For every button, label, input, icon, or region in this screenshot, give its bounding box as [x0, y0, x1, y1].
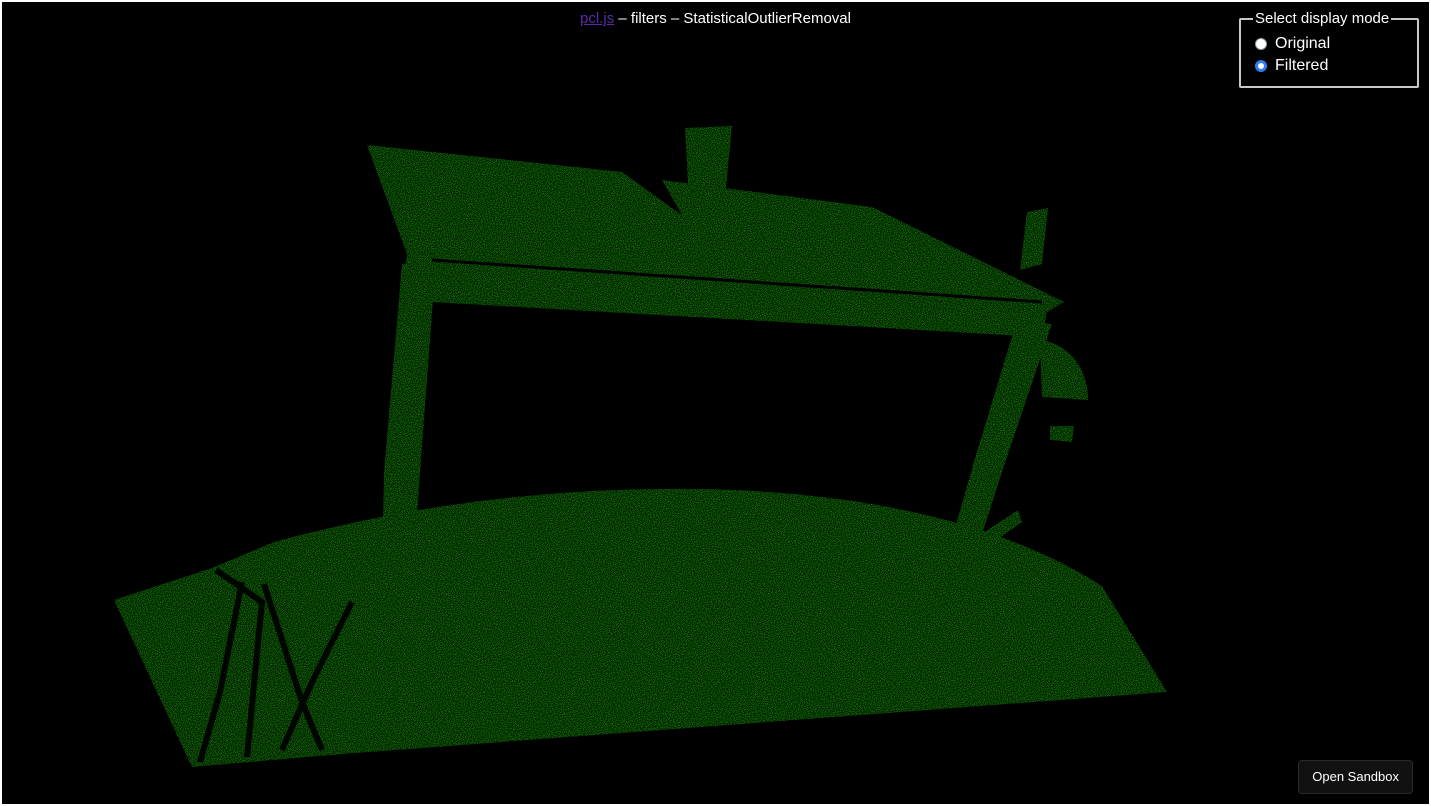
small-fragment	[1050, 426, 1074, 442]
radio-unchecked-icon[interactable]	[1255, 38, 1267, 50]
wall-fragment	[1020, 208, 1048, 270]
radio-original[interactable]: Original	[1253, 33, 1405, 55]
point-cloud-viewport[interactable]	[2, 2, 1429, 804]
radio-filtered[interactable]: Filtered	[1253, 55, 1405, 77]
radio-checked-icon[interactable]	[1255, 60, 1267, 72]
table-top-left	[367, 145, 682, 254]
display-mode-panel: Select display mode Original Filtered	[1239, 10, 1419, 90]
display-mode-legend: Select display mode	[1255, 10, 1390, 27]
info-bar: pcl.js – filters – StatisticalOutlierRem…	[2, 10, 1429, 28]
display-mode-fieldset: Select display mode Original Filtered	[1239, 10, 1419, 88]
open-sandbox-button[interactable]: Open Sandbox	[1298, 760, 1413, 794]
page-title: – filters – StatisticalOutlierRemoval	[614, 10, 851, 27]
app-frame: pcl.js – filters – StatisticalOutlierRem…	[2, 2, 1429, 804]
radio-label-filtered: Filtered	[1275, 57, 1329, 74]
table-object	[685, 126, 732, 188]
chair-fragment	[1040, 340, 1088, 400]
radio-label-original: Original	[1275, 35, 1331, 52]
pcl-link[interactable]: pcl.js	[580, 10, 614, 27]
